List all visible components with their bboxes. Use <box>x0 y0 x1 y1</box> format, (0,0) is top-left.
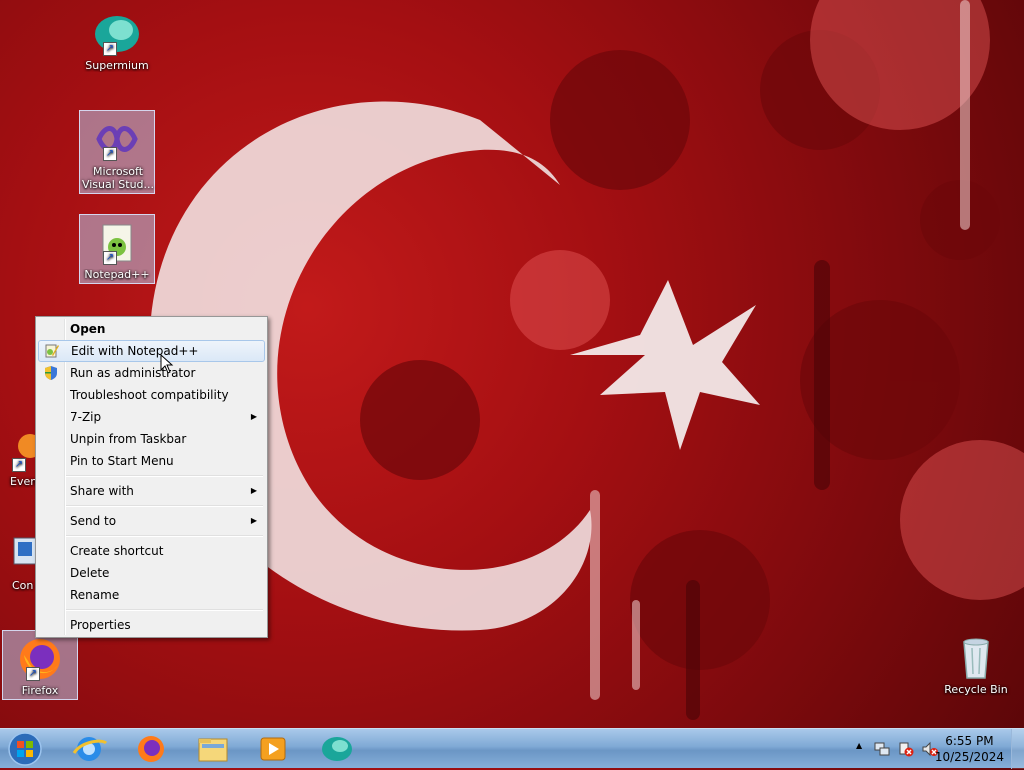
submenu-arrow-icon: ▶ <box>250 516 257 525</box>
show-hidden-icons-button[interactable]: ▲ <box>856 741 862 750</box>
desktop-icon-label: Con <box>12 580 34 592</box>
menu-item-properties[interactable]: Properties <box>38 614 265 636</box>
supermium-icon: ↗ <box>93 10 141 58</box>
desktop-icon-label: Supermium <box>85 60 149 72</box>
menu-item-run-as-administrator[interactable]: Run as administrator <box>38 362 265 384</box>
menu-item-rename[interactable]: Rename <box>38 584 265 606</box>
windows-orb-icon <box>8 732 42 766</box>
desktop-icon-label: Notepad++ <box>84 269 150 281</box>
system-tray: ▲ 6:55 PM 10/25/2024 <box>834 729 1024 769</box>
menu-item-unpin-from-taskbar[interactable]: Unpin from Taskbar <box>38 428 265 450</box>
visual-studio-icon: ↗ <box>93 115 141 163</box>
desktop-icon-supermium[interactable]: ↗ Supermium <box>79 6 155 76</box>
taskbar-supermium[interactable] <box>310 731 364 767</box>
menu-separator <box>66 609 263 611</box>
desktop-icon-label: Microsoft Visual Stud... <box>81 165 155 191</box>
context-menu: Open Edit with Notepad++ Run as administ… <box>35 316 268 638</box>
menu-item-troubleshoot-compatibility[interactable]: Troubleshoot compatibility <box>38 384 265 406</box>
menu-separator <box>66 535 263 537</box>
desktop-icon-everything[interactable]: ↗ Even <box>0 422 42 492</box>
desktop-icon-visual-studio[interactable]: ↗ Microsoft Visual Stud... <box>79 110 155 194</box>
computer-icon <box>0 530 37 578</box>
mouse-cursor-icon <box>160 354 174 374</box>
shortcut-arrow-icon: ↗ <box>103 42 117 56</box>
menu-item-label: Send to <box>70 514 117 528</box>
clock-date: 10/25/2024 <box>934 750 1004 764</box>
taskbar: ▲ 6:55 PM 10/25/2024 <box>0 728 1024 769</box>
network-icon[interactable] <box>874 741 890 757</box>
menu-item-label: Create shortcut <box>70 544 164 558</box>
menu-item-label: Pin to Start Menu <box>70 454 174 468</box>
shortcut-arrow-icon: ↗ <box>12 458 26 472</box>
notepadpp-small-icon <box>44 343 60 359</box>
folder-icon <box>198 738 228 762</box>
desktop-icon-control-panel[interactable]: Con <box>0 526 37 596</box>
menu-separator <box>66 475 263 477</box>
menu-item-create-shortcut[interactable]: Create shortcut <box>38 540 265 562</box>
menu-item-edit-with-notepadpp[interactable]: Edit with Notepad++ <box>38 340 265 362</box>
taskbar-firefox[interactable] <box>124 731 178 767</box>
menu-item-label: Run as administrator <box>70 366 196 380</box>
firefox-icon <box>138 736 164 762</box>
menu-item-label: Rename <box>70 588 120 602</box>
menu-item-label: Delete <box>70 566 110 580</box>
menu-item-label: Edit with Notepad++ <box>71 344 199 358</box>
shortcut-arrow-icon: ↗ <box>103 147 117 161</box>
menu-item-pin-to-start-menu[interactable]: Pin to Start Menu <box>38 450 265 472</box>
menu-item-send-to[interactable]: Send to ▶ <box>38 510 265 532</box>
show-desktop-button[interactable] <box>1011 729 1024 769</box>
supermium-icon <box>322 737 352 761</box>
desktop-icon-label: Even <box>10 476 36 488</box>
taskbar-media-player[interactable] <box>246 731 300 767</box>
menu-item-label: 7-Zip <box>70 410 102 424</box>
submenu-arrow-icon: ▶ <box>250 412 257 421</box>
desktop-icon-notepadpp[interactable]: ↗ Notepad++ <box>79 214 155 284</box>
clock-time: 6:55 PM <box>945 734 994 748</box>
menu-item-label: Unpin from Taskbar <box>70 432 187 446</box>
shortcut-arrow-icon: ↗ <box>26 667 40 681</box>
shortcut-arrow-icon: ↗ <box>103 251 117 265</box>
start-button[interactable] <box>6 731 44 767</box>
internet-explorer-icon <box>72 737 108 761</box>
taskbar-clock[interactable]: 6:55 PM 10/25/2024 <box>935 733 1004 765</box>
menu-item-label: Troubleshoot compatibility <box>70 388 229 402</box>
action-center-icon[interactable] <box>898 741 914 757</box>
menu-item-label: Share with <box>70 484 134 498</box>
menu-item-label: Properties <box>70 618 131 632</box>
submenu-arrow-icon: ▶ <box>250 486 257 495</box>
everything-icon: ↗ <box>0 426 42 474</box>
recycle-bin-icon <box>952 634 1000 682</box>
menu-item-label: Open <box>70 322 106 336</box>
taskbar-explorer[interactable] <box>186 731 240 767</box>
menu-item-delete[interactable]: Delete <box>38 562 265 584</box>
desktop-icon-recycle-bin[interactable]: Recycle Bin <box>938 630 1014 700</box>
notepadpp-icon: ↗ <box>93 219 141 267</box>
media-player-icon <box>260 737 286 761</box>
menu-item-share-with[interactable]: Share with ▶ <box>38 480 265 502</box>
menu-item-7zip[interactable]: 7-Zip ▶ <box>38 406 265 428</box>
desktop-icon-label: Recycle Bin <box>944 684 1008 696</box>
taskbar-internet-explorer[interactable] <box>62 731 116 767</box>
uac-shield-icon <box>43 365 59 381</box>
firefox-icon: ↗ <box>16 635 64 683</box>
menu-separator <box>66 505 263 507</box>
desktop-icon-firefox[interactable]: ↗ Firefox <box>2 630 78 700</box>
menu-item-open[interactable]: Open <box>38 318 265 340</box>
desktop-icon-label: Firefox <box>21 685 59 697</box>
